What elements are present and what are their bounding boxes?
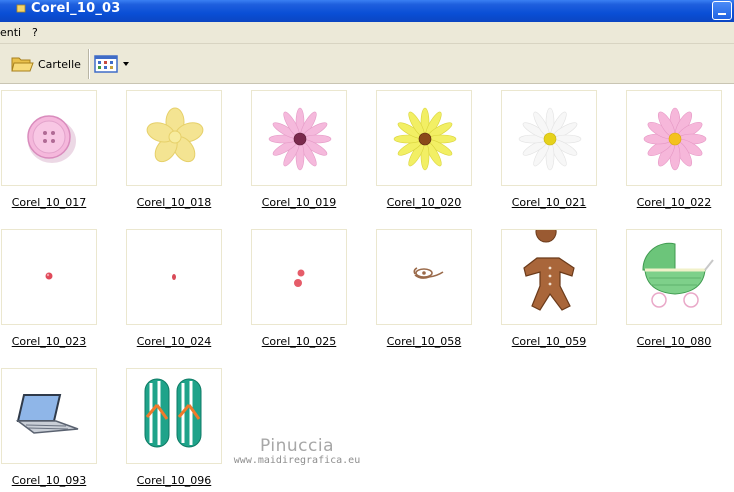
- file-thumbnail: [251, 90, 347, 186]
- file-name: Corel_10_059: [511, 335, 587, 348]
- brown-charm-icon: [413, 267, 444, 279]
- red-dots-icon: [294, 269, 305, 287]
- file-name: Corel_10_021: [511, 196, 587, 209]
- file-name: Corel_10_017: [11, 196, 87, 209]
- thumbnail-view-icon: [94, 55, 118, 73]
- views-button[interactable]: [94, 55, 130, 73]
- watermark-name: Pinuccia: [260, 436, 334, 456]
- file-name: Corel_10_025: [261, 335, 337, 348]
- menu-bar: enti ?: [0, 22, 734, 44]
- file-thumbnail: [251, 229, 347, 325]
- file-thumbnail: [501, 90, 597, 186]
- pink-button-icon: [27, 115, 76, 163]
- folders-button[interactable]: Cartelle: [10, 53, 81, 75]
- pink-daisy-yellow-center-icon: [643, 107, 707, 171]
- file-name: Corel_10_093: [11, 474, 87, 487]
- toolbar: Cartelle: [0, 44, 734, 84]
- watermark-url: www.maidiregrafica.eu: [233, 455, 361, 466]
- flip-flops-icon: [144, 378, 202, 448]
- file-thumbnail: [126, 90, 222, 186]
- file-name: Corel_10_023: [11, 335, 87, 348]
- file-name: Corel_10_024: [136, 335, 212, 348]
- window-title: Corel_10_03: [31, 1, 121, 16]
- menu-item-help[interactable]: ?: [32, 26, 38, 39]
- file-name: Corel_10_018: [136, 196, 212, 209]
- toolbar-separator: [88, 49, 89, 79]
- laptop-icon: [15, 394, 79, 434]
- file-name: Corel_10_096: [136, 474, 212, 487]
- folders-button-label: Cartelle: [38, 57, 81, 71]
- file-thumbnail: [1, 90, 97, 186]
- file-thumbnail: [126, 368, 222, 464]
- file-thumbnail: [376, 90, 472, 186]
- folder-icon: [16, 4, 26, 13]
- pink-daisy-icon: [268, 107, 332, 171]
- file-thumbnail: [1, 229, 97, 325]
- green-pram-icon: [642, 242, 714, 308]
- file-thumbnail: [626, 229, 722, 325]
- watermark: Pinuccia www.maidiregrafica.eu: [232, 436, 362, 466]
- file-thumbnail: [501, 229, 597, 325]
- gingerbread-man-icon: [523, 230, 575, 311]
- white-daisy-icon: [518, 107, 582, 171]
- minimize-button[interactable]: [712, 1, 732, 20]
- menu-item-tools[interactable]: enti: [0, 26, 21, 39]
- file-view: Corel_10_017 Corel_10_018 Corel_10_019 C…: [0, 84, 734, 492]
- file-name: Corel_10_058: [386, 335, 462, 348]
- red-dot-icon: [45, 272, 53, 280]
- file-name: Corel_10_020: [386, 196, 462, 209]
- file-thumbnail: [626, 90, 722, 186]
- yellow-pale-flower-icon: [146, 107, 204, 163]
- title-bar: Corel_10_03: [0, 0, 734, 22]
- yellow-daisy-icon: [393, 107, 457, 171]
- file-name: Corel_10_019: [261, 196, 337, 209]
- file-name: Corel_10_080: [636, 335, 712, 348]
- folder-open-icon: [11, 57, 34, 72]
- small-red-dot-icon: [172, 274, 176, 280]
- chevron-down-icon: [123, 62, 129, 66]
- file-thumbnail: [376, 229, 472, 325]
- file-name: Corel_10_022: [636, 196, 712, 209]
- file-thumbnail: [126, 229, 222, 325]
- file-thumbnail: [1, 368, 97, 464]
